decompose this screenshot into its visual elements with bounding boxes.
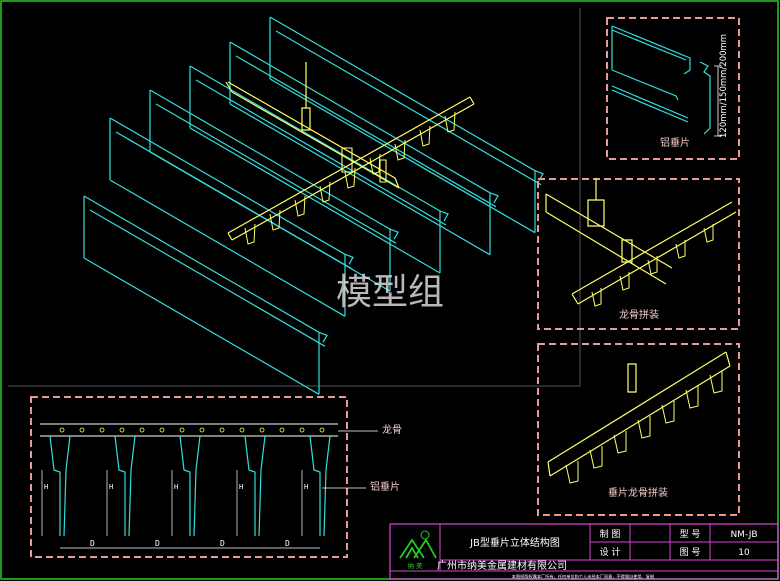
blade-height-text: 120mm/150mm/200mm [719,34,729,138]
section-blade-label: 铝垂片 [370,480,400,493]
keel-label: 龙骨 [382,423,402,436]
detail-assembly-frame [537,178,740,330]
model-value: NM-JB [730,530,757,540]
blade-sketch [611,25,691,101]
detail-carrier-label: 垂片龙骨拼装 [608,486,668,499]
assembly-hanger [587,178,633,263]
keel-hole-3 [99,427,105,433]
copyright-note: 本图纸版权属本厂所有，任何单位和个人未经本厂同意，不得擅自使用、复制 [512,573,654,580]
blade-set [83,16,544,395]
spacing-mark-3: D [220,539,225,548]
section-keel [40,423,338,437]
design-label: 设 计 [600,546,621,558]
detail-keel-assembly: 龙骨拼装 [537,178,740,330]
drawing-title: JB型垂片立体结构图 [469,536,560,549]
logo-text: 纳 美 [407,561,423,570]
detail-blade: 120mm/150mm/200mm 铝垂片 [606,17,740,160]
drawn-by-label: 制 图 [600,528,621,540]
section-blade-4 [244,435,266,537]
keel-tooth-1 [244,223,256,245]
carrier-sketch [547,351,731,484]
section-blade-2 [114,435,136,537]
keel-hole-4 [119,427,125,433]
blade-sketch-bottom [611,85,689,123]
blade-4 [149,89,399,292]
section-blade-3 [179,435,201,537]
assembly-runner [545,193,673,285]
company-logo: 纳 美 [399,530,437,570]
keel-hole-9 [219,427,225,433]
section-frame [30,396,348,558]
assembly-keel [571,201,737,305]
carrier-tooth-4 [637,416,651,439]
keel-hole-10 [239,427,245,433]
keel-hole-14 [319,427,325,433]
section-blade-1 [49,435,71,537]
blade-profile [699,61,711,135]
section-blade-5 [309,435,331,537]
carrier-clip [627,363,637,393]
keel-hole-2 [79,427,85,433]
carrier-bar [547,351,731,477]
detail-carrier: 垂片龙骨拼装 [537,343,740,516]
height-mark-4: H [239,483,243,491]
watermark-text: 模型组 [336,272,444,313]
spacing-mark-2: D [155,539,160,548]
blade-1 [269,16,544,234]
blade-6 [83,195,328,395]
hanger-rod [301,62,311,131]
carrier-tooth-1 [565,461,579,484]
keel-tooth-3 [294,195,306,217]
blade-3 [189,65,449,274]
carrier-tooth-2 [589,446,603,469]
drawing-no-label: 图 号 [680,547,701,558]
company-name: 广州市纳美金属建材有限公司 [437,559,567,572]
isometric-assembly-view [83,16,544,395]
keel-hole-5 [139,427,145,433]
model-label: 型 号 [680,529,701,540]
assembly-sketch [545,178,737,307]
cad-drawing: 模型组 120mm/150mm/200mm 铝垂片 龙骨拼装 垂片龙骨拼装 HH… [0,0,779,580]
height-mark-2: H [109,483,113,491]
keel-hole-8 [199,427,205,433]
height-mark-5: H [304,483,308,491]
spacing-mark-1: D [90,539,95,548]
detail-assembly-label: 龙骨拼装 [619,308,659,321]
height-mark-3: H [174,483,178,491]
keel-hole-11 [259,427,265,433]
keel-hole-12 [279,427,285,433]
carrier-tooth-3 [613,431,627,454]
spacing-mark-4: D [285,539,290,548]
viewport-frame [8,8,581,387]
keel-hole-1 [59,427,65,433]
keel-hole-13 [299,427,305,433]
keel-hole-6 [159,427,165,433]
title-block: 纳 美 JB型垂片立体结构图 广州市纳美金属建材有限公司 制 图 设 计 型 号… [389,523,779,580]
section-sketch: H H H H H D D D D [40,423,338,549]
section-view: H H H H H D D D D 龙骨 铝垂片 [30,396,402,558]
height-mark-1: H [44,483,48,491]
drawing-no-value: 10 [738,548,750,558]
detail-blade-label: 铝垂片 [660,136,690,149]
keel-hole-7 [179,427,185,433]
